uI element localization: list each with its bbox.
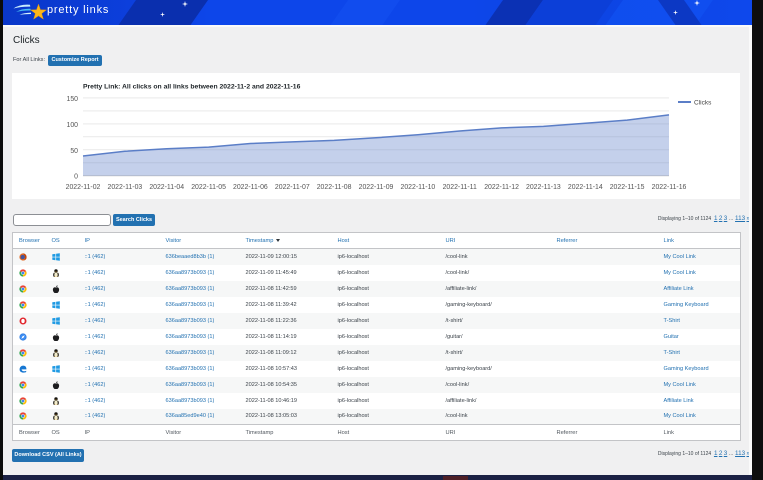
- svg-text:2022-11-06: 2022-11-06: [233, 184, 268, 191]
- svg-text:2022-11-15: 2022-11-15: [610, 184, 645, 191]
- svg-text:150: 150: [67, 96, 79, 103]
- svg-text:2022-11-11: 2022-11-11: [443, 184, 477, 191]
- svg-text:2022-11-12: 2022-11-12: [484, 184, 519, 191]
- svg-text:2022-11-07: 2022-11-07: [275, 184, 310, 191]
- svg-text:2022-11-09: 2022-11-09: [359, 184, 394, 191]
- svg-text:2022-11-10: 2022-11-10: [401, 184, 436, 191]
- svg-text:2022-11-13: 2022-11-13: [526, 184, 561, 191]
- svg-text:2022-11-16: 2022-11-16: [652, 184, 687, 191]
- svg-text:50: 50: [70, 148, 78, 155]
- svg-text:2022-11-02: 2022-11-02: [66, 184, 101, 191]
- svg-text:2022-11-14: 2022-11-14: [568, 184, 603, 191]
- svg-text:2022-11-03: 2022-11-03: [108, 184, 143, 191]
- svg-text:2022-11-05: 2022-11-05: [191, 184, 226, 191]
- svg-text:Pretty Link: All clicks on all: Pretty Link: All clicks on all links bet…: [83, 84, 301, 91]
- svg-text:Clicks: Clicks: [694, 100, 712, 107]
- svg-text:0: 0: [74, 174, 78, 181]
- svg-text:2022-11-04: 2022-11-04: [149, 184, 184, 191]
- svg-text:2022-11-08: 2022-11-08: [317, 184, 352, 191]
- svg-text:100: 100: [67, 122, 79, 129]
